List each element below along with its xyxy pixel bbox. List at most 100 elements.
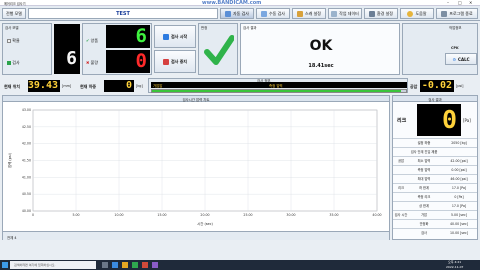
exit-icon xyxy=(441,10,448,17)
auto-inspect-button[interactable]: 자동 검사 xyxy=(220,8,254,19)
load-label: 현재 하중 xyxy=(80,84,97,89)
document-icon xyxy=(331,10,338,17)
panel-header: 검사 결과 xyxy=(393,96,477,102)
load-unit: [kg] xyxy=(136,84,143,88)
graph-footer: 전체 4 xyxy=(3,231,389,240)
good-count: 6 xyxy=(135,25,147,47)
maximize-icon[interactable]: □ xyxy=(458,0,462,5)
exit-label: 프로그램 종료 xyxy=(449,10,473,16)
panel-title: 검사 결과 xyxy=(428,98,442,102)
good-count-display: 6 xyxy=(106,25,150,48)
manual-inspect-label: 수동 검사 xyxy=(269,10,285,16)
cpk-box: 작업정보 CPK ⚙ CALC xyxy=(402,23,478,75)
panel-row: 설정 하중 2050 [kg] xyxy=(393,138,477,147)
start-inspect-button[interactable]: 검사 시작 xyxy=(154,25,196,48)
task-icon-2[interactable] xyxy=(112,262,118,268)
result-value: OK xyxy=(309,38,333,54)
task-icon-1[interactable] xyxy=(102,262,108,268)
position-label: 현재 위치 xyxy=(4,84,21,89)
pass-label-text: 검사 xyxy=(12,60,20,65)
x-icon: ✖ xyxy=(86,60,90,65)
help-button[interactable]: 도움말 xyxy=(400,8,434,19)
env-settings-button[interactable]: 환경 설정 xyxy=(364,8,398,19)
position-display: 39.43 xyxy=(28,80,60,92)
ok-label-text: 확율 xyxy=(12,38,20,43)
start-icon[interactable] xyxy=(2,262,8,268)
judge-header: 판정 xyxy=(201,26,208,30)
panel-row-name: 검사 xyxy=(421,231,427,235)
load-value: 0 xyxy=(125,80,132,91)
task-icon-3[interactable] xyxy=(122,262,128,268)
exit-button[interactable]: 프로그램 종료 xyxy=(436,8,478,19)
screen-settings-button[interactable]: 스캐 설정 xyxy=(292,8,326,19)
leak-value: 0 xyxy=(441,105,457,134)
panel-row: 리크 하 한계 17.0 [Pa] xyxy=(393,183,477,192)
close-icon[interactable]: ✕ xyxy=(469,0,472,5)
bad-label-text: 불량 xyxy=(90,60,99,65)
bad-count-display: 0 xyxy=(106,50,150,73)
calc-button[interactable]: ⚙ CALC xyxy=(445,53,477,65)
pressure-unit: [psi] xyxy=(456,84,464,88)
calc-label: CALC xyxy=(458,56,470,62)
check-box: 검사 모델 확율 검사 xyxy=(2,23,52,75)
pass-label: 검사 xyxy=(7,60,20,66)
y-tick-label: 42.00 xyxy=(22,142,31,146)
x-tick-label: 35.00 xyxy=(329,213,338,217)
panel-row: 검사 단계 진입 제품 xyxy=(393,147,477,156)
stop-icon xyxy=(162,58,169,65)
cpk-label: CPK xyxy=(451,46,459,50)
step-progress-fill xyxy=(152,90,401,92)
judge-box: 판정 xyxy=(198,23,238,75)
position-unit: [mm] xyxy=(62,84,72,88)
x-tick-label: 0 xyxy=(32,213,34,217)
x-tick-label: 40.00 xyxy=(372,213,381,217)
task-icon-4[interactable] xyxy=(132,262,138,268)
pressure-display: -0.02 xyxy=(420,80,454,92)
y-tick-label: 41.00 xyxy=(22,175,31,179)
manual-inspect-button[interactable]: 수동 검사 xyxy=(256,8,290,19)
panel-row: 최대 압력 46.00 [psi] xyxy=(393,174,477,183)
pass-icon xyxy=(7,61,11,65)
panel-row: 상 한계 17.0 [Pa] xyxy=(393,201,477,210)
y-tick-label: 41.50 xyxy=(22,159,31,163)
task-icon-6[interactable] xyxy=(152,262,158,268)
x-tick-label: 30.00 xyxy=(286,213,295,217)
toolbar: 전행 모델 TEST 자동 검사 수동 검사 스캐 설정 작업 데이터 환경 설… xyxy=(0,6,480,21)
x-tick-label: 5.00 xyxy=(72,213,79,217)
pass-count-display: 6 xyxy=(54,24,80,74)
y-tick-label: 42.50 xyxy=(22,125,31,129)
x-tick-label: 25.00 xyxy=(243,213,252,217)
print-settings-button[interactable]: 작업 데이터 xyxy=(328,8,362,19)
bad-label: ✖ 불량 xyxy=(86,60,98,66)
check-header: 검사 모델 xyxy=(5,26,19,30)
taskbar-search[interactable]: 검색하려면 여기에 입력하십시오. xyxy=(10,261,96,269)
stop-inspect-label: 검사 중지 xyxy=(170,58,188,64)
step-panel: 가압압 측정 압력 xyxy=(151,82,407,88)
manual-inspect-icon xyxy=(261,10,267,17)
x-tick-label: 20.00 xyxy=(200,213,209,217)
task-icon-5[interactable] xyxy=(142,262,148,268)
minimize-icon[interactable]: – xyxy=(447,0,449,5)
panel-row: 공압 최소 압력 42.00 [psi] xyxy=(393,156,477,165)
clock-time: 오후 4:21 xyxy=(448,260,462,264)
leak-label: 리크 xyxy=(397,118,407,124)
pressure-label: 공압 xyxy=(410,84,418,89)
result-box: 검사 결과 OK 18.41sec xyxy=(240,23,400,75)
x-axis-label: 시간 (sec) xyxy=(197,221,213,226)
auto-inspect-label: 자동 검사 xyxy=(233,10,249,16)
auto-inspect-icon xyxy=(225,10,231,17)
step-progress xyxy=(151,89,407,93)
chart-icon xyxy=(297,10,303,17)
env-settings-label: 환경 설정 xyxy=(377,10,393,16)
step-name: 가압압 xyxy=(153,84,163,88)
position-value: 39.43 xyxy=(27,80,58,91)
stop-inspect-button[interactable]: 검사 중지 xyxy=(154,50,196,73)
model-button[interactable]: 전행 모델 xyxy=(2,8,26,19)
good-label-text: 양품 xyxy=(90,38,99,43)
result-header: 검사 결과 xyxy=(243,26,257,30)
panel-row: 측정 리크 0 [Pa] xyxy=(393,192,477,201)
status-area: 검사 모델 확율 검사 6 ✔ 양품 ✖ 불량 6 0 검사 시작 검사 중지 … xyxy=(0,21,480,77)
leak-unit: [Pa] xyxy=(463,118,471,123)
tools-icon xyxy=(369,10,375,17)
bad-count: 0 xyxy=(135,50,147,72)
